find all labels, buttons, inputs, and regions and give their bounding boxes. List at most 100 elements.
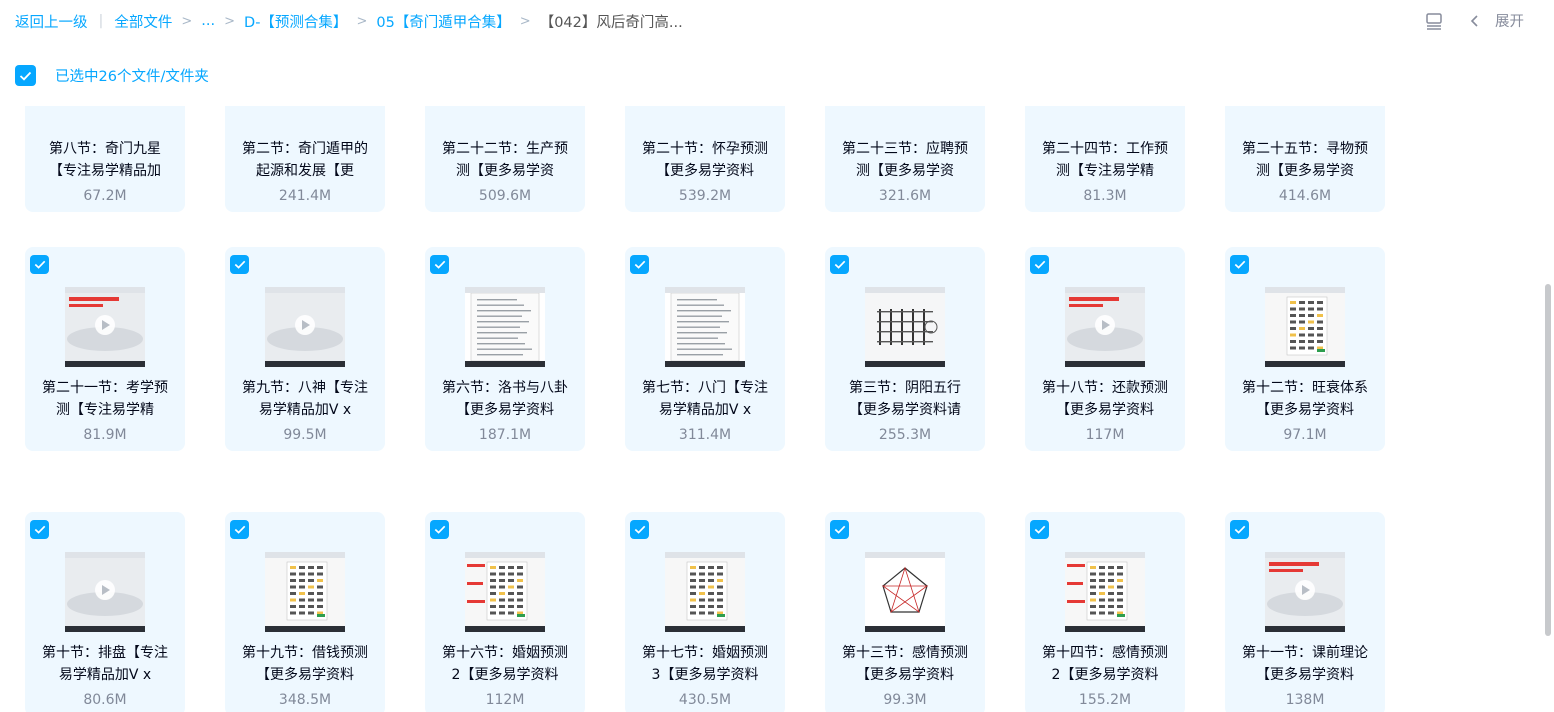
scrollbar-thumb[interactable]	[1545, 284, 1551, 636]
expand-button[interactable]: 展开	[1495, 10, 1524, 31]
file-thumbnail	[1265, 552, 1345, 632]
file-size: 539.2M	[678, 188, 732, 204]
file-thumbnail	[65, 552, 145, 632]
file-checkbox[interactable]	[1230, 255, 1249, 274]
file-checkbox[interactable]	[630, 520, 649, 539]
file-checkbox[interactable]	[830, 520, 849, 539]
check-icon	[634, 260, 645, 269]
file-card[interactable]: 第十九节：借钱预测【更多易学资料 348.5M	[225, 512, 385, 712]
check-icon	[634, 525, 645, 534]
file-checkbox[interactable]	[230, 255, 249, 274]
file-size: 348.5M	[278, 692, 332, 708]
file-name: 第三节：阴阳五行【更多易学资料请	[849, 380, 961, 418]
file-name: 第六节：洛书与八卦【更多易学资料	[442, 380, 568, 418]
file-card[interactable]: 第十节：排盘【专注易学精品加V x 80.6M	[25, 512, 185, 712]
scrollbar-track[interactable]	[1540, 106, 1554, 712]
file-checkbox[interactable]	[30, 255, 49, 274]
file-card[interactable]: 第二节：奇门遁甲的起源和发展【更 241.4M	[225, 106, 385, 212]
file-checkbox[interactable]	[1230, 520, 1249, 539]
file-name: 第十三节：感情预测【更多易学资料	[842, 645, 968, 683]
file-card[interactable]: 第十二节：旺衰体系【更多易学资料 97.1M	[1225, 247, 1385, 451]
file-card[interactable]: 第二十五节：寻物预测【更多易学资 414.6M	[1225, 106, 1385, 212]
check-icon	[1034, 260, 1045, 269]
file-checkbox[interactable]	[830, 255, 849, 274]
file-thumbnail	[265, 552, 345, 632]
file-size: 138M	[1285, 692, 1325, 708]
file-card[interactable]: 第七节：八门【专注易学精品加V x 311.4M	[625, 247, 785, 451]
breadcrumb-folder-qimen[interactable]: 05【奇门遁甲合集】	[376, 11, 510, 32]
check-icon	[1034, 525, 1045, 534]
file-size: 97.1M	[1283, 427, 1327, 443]
view-controls: 展开	[1425, 10, 1524, 31]
file-card[interactable]: 第八节：奇门九星【专注易学精品加 67.2M	[25, 106, 185, 212]
file-size: 67.2M	[83, 188, 127, 204]
file-card[interactable]: 第九节：八神【专注易学精品加V x 99.5M	[225, 247, 385, 451]
file-name: 第二十四节：工作预测【专注易学精	[1042, 141, 1168, 179]
file-name: 第二节：奇门遁甲的起源和发展【更	[242, 141, 368, 179]
file-name: 第二十节：怀孕预测【更多易学资料	[642, 141, 768, 179]
file-card[interactable]: 第十一节：课前理论【更多易学资料 138M	[1225, 512, 1385, 712]
check-icon	[234, 525, 245, 534]
chevron-left-icon[interactable]	[1469, 14, 1481, 28]
file-size: 241.4M	[278, 188, 332, 204]
file-size: 414.6M	[1278, 188, 1332, 204]
file-thumbnail	[865, 287, 945, 367]
select-all-checkbox[interactable]	[15, 65, 36, 86]
check-icon	[1234, 525, 1245, 534]
selection-count: 已选中26个文件/文件夹	[55, 69, 209, 85]
file-checkbox[interactable]	[1030, 255, 1049, 274]
file-checkbox[interactable]	[1030, 520, 1049, 539]
file-card[interactable]: 第二十一节：考学预测【专注易学精 81.9M	[25, 247, 185, 451]
file-name: 第十七节：婚姻预测3【更多易学资料	[642, 645, 768, 683]
file-thumbnail	[665, 287, 745, 367]
file-size: 187.1M	[478, 427, 532, 443]
file-size: 155.2M	[1078, 692, 1132, 708]
file-size: 99.3M	[883, 692, 927, 708]
breadcrumb-all-files[interactable]: 全部文件	[114, 11, 172, 32]
file-name: 第七节：八门【专注易学精品加V x	[642, 380, 768, 418]
file-size: 321.6M	[878, 188, 932, 204]
select-all-bar: 已选中26个文件/文件夹	[15, 65, 209, 86]
file-card[interactable]: 第十八节：还款预测【更多易学资料 117M	[1025, 247, 1185, 451]
file-card[interactable]: 第二十四节：工作预测【专注易学精 81.3M	[1025, 106, 1185, 212]
file-name: 第二十五节：寻物预测【更多易学资	[1242, 141, 1368, 179]
breadcrumb-ellipsis[interactable]: ...	[201, 13, 215, 29]
file-card[interactable]: 第二十三节：应聘预测【更多易学资 321.6M	[825, 106, 985, 212]
file-name: 第十一节：课前理论【更多易学资料	[1242, 645, 1368, 683]
file-thumbnail	[865, 552, 945, 632]
breadcrumb-folder-predict[interactable]: D-【预测合集】	[244, 11, 347, 32]
file-size: 80.6M	[83, 692, 127, 708]
file-checkbox[interactable]	[430, 520, 449, 539]
file-card[interactable]: 第六节：洛书与八卦【更多易学资料 187.1M	[425, 247, 585, 451]
file-checkbox[interactable]	[430, 255, 449, 274]
file-thumbnail	[465, 552, 545, 632]
back-link[interactable]: 返回上一级	[15, 11, 88, 32]
check-icon	[234, 260, 245, 269]
file-checkbox[interactable]	[30, 520, 49, 539]
file-thumbnail	[265, 287, 345, 367]
chevron-right-icon: >	[224, 13, 236, 29]
file-thumbnail	[1065, 287, 1145, 367]
file-size: 311.4M	[678, 427, 732, 443]
check-icon	[34, 525, 45, 534]
breadcrumb-current: 【042】风后奇门高...	[539, 14, 683, 31]
file-thumbnail	[65, 287, 145, 367]
file-card[interactable]: 第十六节：婚姻预测2【更多易学资料 112M	[425, 512, 585, 712]
file-card[interactable]: 第三节：阴阳五行【更多易学资料请 255.3M	[825, 247, 985, 451]
file-card[interactable]: 第十四节：感情预测2【更多易学资料 155.2M	[1025, 512, 1185, 712]
file-card[interactable]: 第十七节：婚姻预测3【更多易学资料 430.5M	[625, 512, 785, 712]
file-name: 第十节：排盘【专注易学精品加V x	[42, 645, 168, 683]
file-card[interactable]: 第二十二节：生产预测【更多易学资 509.6M	[425, 106, 585, 212]
chevron-right-icon: >	[356, 13, 368, 29]
breadcrumb: 返回上一级 | 全部文件 > ... > D-【预测合集】 > 05【奇门遁甲合…	[15, 11, 683, 31]
list-view-icon[interactable]	[1425, 12, 1443, 30]
file-card[interactable]: 第十三节：感情预测【更多易学资料 99.3M	[825, 512, 985, 712]
file-size: 81.9M	[83, 427, 127, 443]
file-checkbox[interactable]	[630, 255, 649, 274]
check-icon	[34, 260, 45, 269]
file-size: 112M	[485, 692, 525, 708]
file-thumbnail	[465, 287, 545, 367]
file-card[interactable]: 第二十节：怀孕预测【更多易学资料 539.2M	[625, 106, 785, 212]
file-checkbox[interactable]	[230, 520, 249, 539]
check-icon	[434, 525, 445, 534]
